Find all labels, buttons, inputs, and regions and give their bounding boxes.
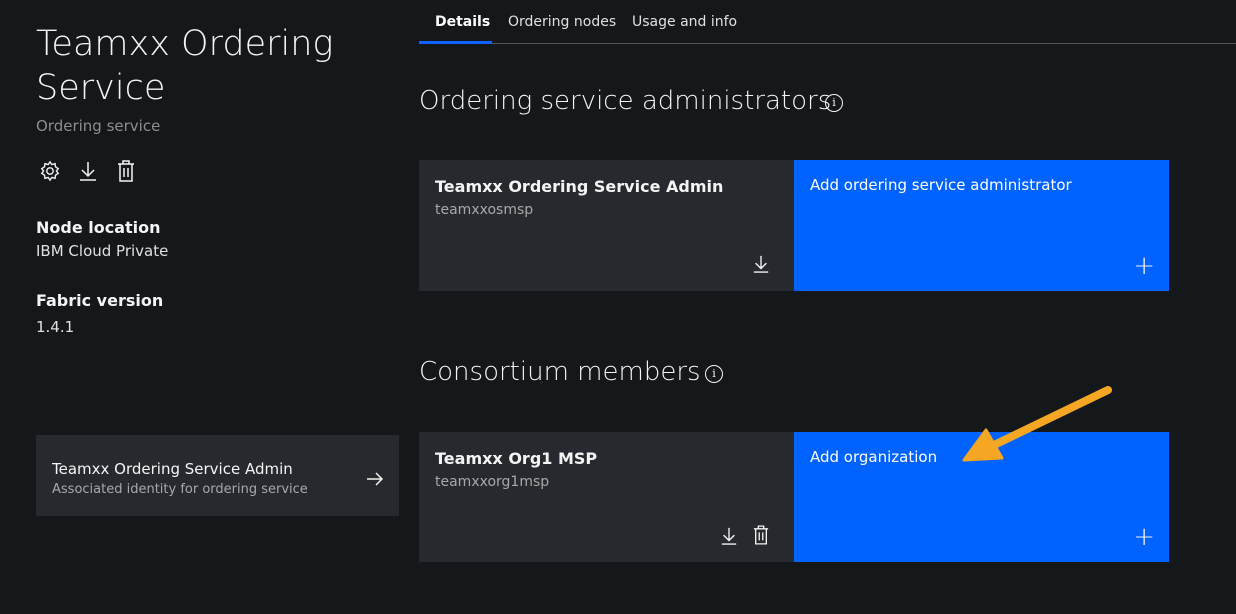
tab-usage-and-info[interactable]: Usage and info bbox=[632, 14, 737, 30]
add-admin-button[interactable]: Add ordering service administrator + bbox=[794, 160, 1169, 291]
annotation-arrow-icon bbox=[962, 386, 1112, 462]
member-name: Teamxx Org1 MSP bbox=[435, 449, 598, 468]
node-location-label: Node location bbox=[36, 218, 161, 237]
trash-icon[interactable] bbox=[114, 158, 138, 184]
plus-icon: + bbox=[1133, 522, 1155, 552]
toolbar bbox=[38, 158, 138, 184]
associated-identity-tile[interactable]: Teamxx Ordering Service Admin Associated… bbox=[36, 435, 399, 516]
admin-msp: teamxxosmsp bbox=[435, 202, 534, 218]
member-card[interactable]: Teamxx Org1 MSP teamxxorg1msp bbox=[419, 432, 794, 562]
trash-icon[interactable] bbox=[753, 525, 769, 545]
page-title: Teamxx Ordering Service bbox=[36, 24, 334, 108]
identity-description: Associated identity for ordering service bbox=[52, 482, 308, 497]
admin-name: Teamxx Ordering Service Admin bbox=[435, 177, 724, 196]
member-msp: teamxxorg1msp bbox=[435, 474, 550, 490]
info-icon[interactable]: i bbox=[825, 94, 843, 112]
plus-icon: + bbox=[1133, 251, 1155, 281]
fabric-version-value: 1.4.1 bbox=[36, 318, 75, 336]
admin-card[interactable]: Teamxx Ordering Service Admin teamxxosms… bbox=[419, 160, 794, 291]
page-subtitle: Ordering service bbox=[36, 117, 161, 135]
node-location-value: IBM Cloud Private bbox=[36, 242, 169, 260]
download-icon[interactable] bbox=[76, 158, 100, 184]
tab-details[interactable]: Details bbox=[435, 14, 490, 30]
tab-ordering-nodes[interactable]: Ordering nodes bbox=[508, 14, 616, 30]
download-icon[interactable] bbox=[720, 526, 738, 546]
gear-icon[interactable] bbox=[38, 158, 62, 184]
fabric-version-label: Fabric version bbox=[36, 291, 164, 310]
members-heading: Consortium members bbox=[419, 357, 701, 387]
identity-name: Teamxx Ordering Service Admin bbox=[52, 460, 293, 478]
arrow-right-icon bbox=[367, 472, 384, 486]
tab-bar: Details Ordering nodes Usage and info bbox=[419, 0, 1236, 44]
info-icon[interactable]: i bbox=[705, 365, 723, 383]
download-icon[interactable] bbox=[752, 254, 770, 274]
add-organization-label: Add organization bbox=[810, 448, 938, 466]
admins-heading: Ordering service administrators bbox=[419, 86, 832, 116]
add-admin-label: Add ordering service administrator bbox=[810, 176, 1072, 194]
active-tab-indicator bbox=[419, 41, 492, 44]
